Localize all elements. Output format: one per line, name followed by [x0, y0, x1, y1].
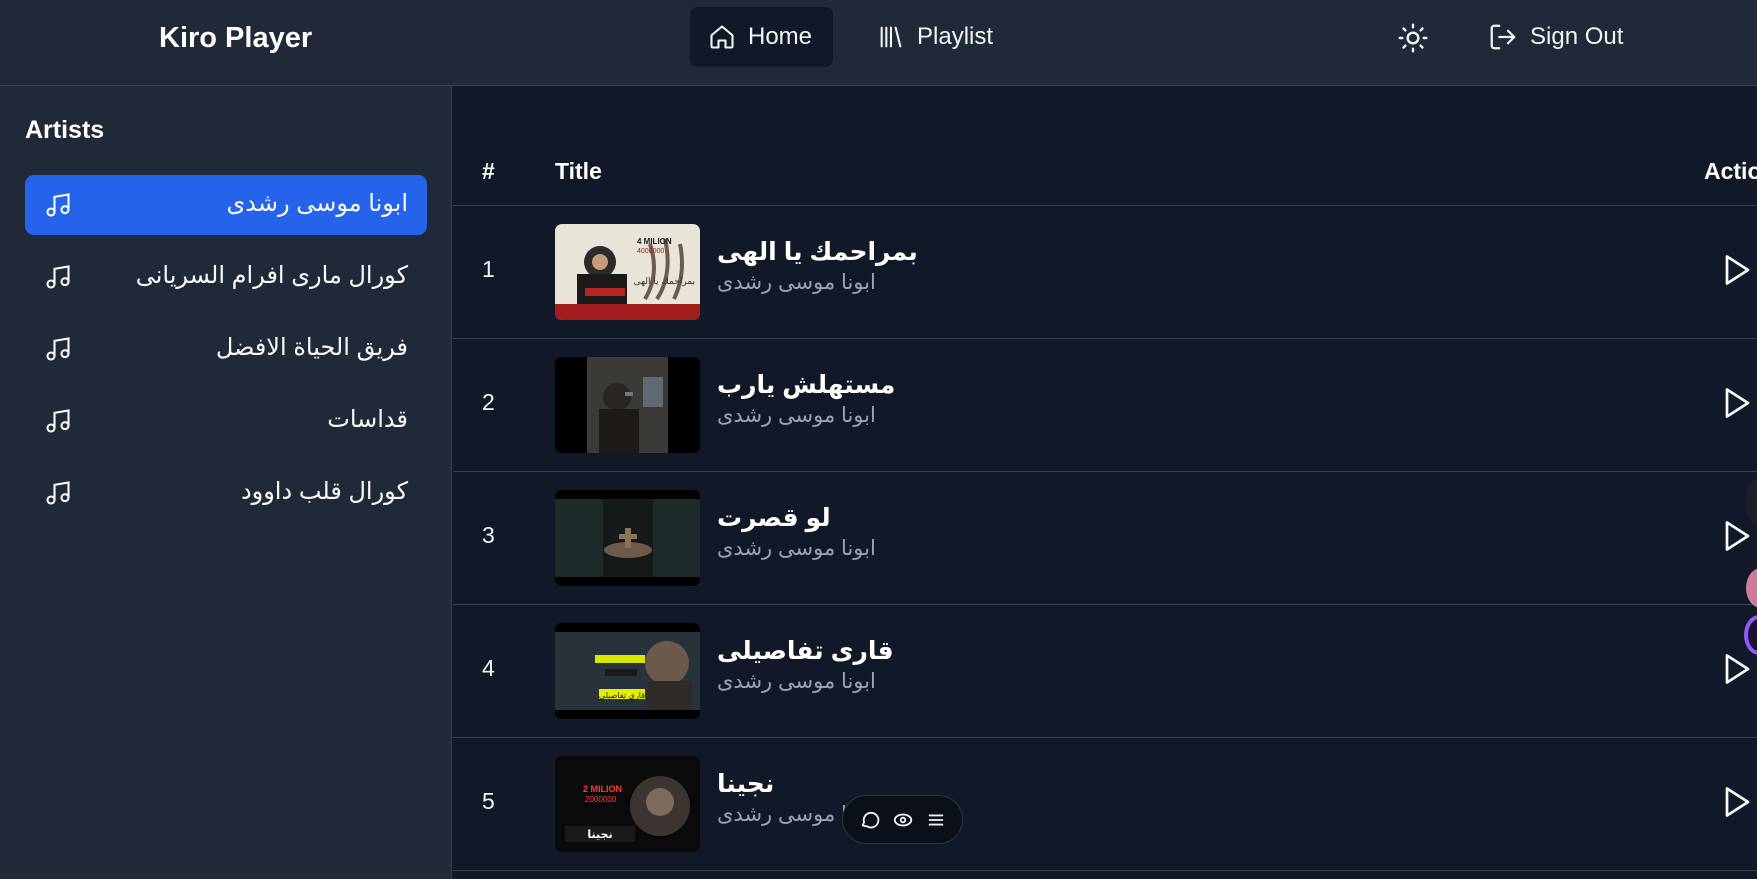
play-icon[interactable]	[1718, 252, 1754, 288]
sign-out-icon	[1488, 22, 1518, 52]
thumbnail-badge: 2 MILION	[583, 784, 622, 794]
songs-table: # Title Actio 1 4 MILION 4000000 بمراحمك…	[453, 86, 1757, 879]
music-note-icon	[46, 481, 70, 505]
song-thumbnail: 4 MILION 4000000 بمراحمك يا الهى	[555, 224, 700, 320]
song-thumbnail	[555, 490, 700, 586]
nav-home-label: Home	[748, 23, 813, 50]
music-note-icon	[46, 193, 70, 217]
thumbnail-title: بمراحمك يا الهى	[634, 277, 695, 287]
table-row[interactable]: 1 4 MILION 4000000 بمراحمك يا الهى بمراح…	[453, 206, 1757, 339]
menu-icon[interactable]	[925, 809, 947, 831]
artist-name: كورال قلب داوود	[240, 478, 408, 505]
sign-out-label: Sign Out	[1530, 23, 1624, 50]
song-title: نجينا	[717, 770, 775, 798]
nav-playlist-button[interactable]: Playlist	[859, 7, 1011, 67]
row-number: 1	[482, 256, 495, 282]
table-row[interactable]: 3 لو قصرت ابونا موسى رشدى	[453, 472, 1757, 605]
thumbnail-badge-number: 4000000	[637, 248, 664, 255]
sidebar-item-artist-4[interactable]: قداسات	[25, 391, 427, 451]
chat-icon[interactable]	[859, 809, 881, 831]
song-artist: ابونا موسى رشدى	[717, 404, 876, 427]
play-icon[interactable]	[1718, 784, 1754, 820]
artist-name: كورال مارى افرام السريانى	[135, 262, 408, 289]
song-title: لو قصرت	[717, 504, 831, 532]
music-note-icon	[46, 265, 70, 289]
top-bar: Kiro Player Home Playlist Sign Out	[0, 0, 1757, 86]
table-header: # Title Actio	[453, 146, 1757, 206]
home-icon	[708, 23, 736, 51]
thumbnail-badge: 4 MILION	[637, 237, 672, 246]
table-row[interactable]: 4 قارى تفاصيلى قارى تفاصيلى ابونا موسى ر…	[453, 605, 1757, 738]
row-number: 2	[482, 389, 495, 415]
sidebar-title: Artists	[25, 116, 105, 144]
sidebar-item-artist-1[interactable]: ابونا موسى رشدى	[25, 175, 427, 235]
row-number: 3	[482, 522, 495, 548]
play-icon[interactable]	[1718, 518, 1754, 554]
thumbnail-title: قارى تفاصيلى	[599, 691, 645, 700]
sidebar-item-artist-5[interactable]: كورال قلب داوود	[25, 463, 427, 523]
play-icon[interactable]	[1718, 385, 1754, 421]
sign-out-button[interactable]: Sign Out	[1488, 22, 1623, 52]
song-title: قارى تفاصيلى	[717, 637, 894, 665]
column-header-title: Title	[555, 158, 602, 184]
app-brand[interactable]: Kiro Player	[159, 22, 312, 55]
song-title: بمراحمك يا الهى	[717, 238, 918, 266]
song-title: مستهلش يارب	[717, 371, 896, 399]
song-artist: ابونا موسى رشدى	[717, 537, 876, 560]
eye-icon[interactable]	[892, 809, 914, 831]
floating-toolbar	[842, 795, 963, 844]
nav-home-button[interactable]: Home	[690, 7, 833, 67]
table-row[interactable]: 5 2 MILION 2000000 نجينا نجينا ابونا موس…	[453, 738, 1757, 871]
column-header-number: #	[482, 158, 495, 184]
sidebar-item-artist-2[interactable]: كورال مارى افرام السريانى	[25, 247, 427, 307]
thumbnail-badge-number: 2000000	[585, 795, 617, 804]
artist-name: ابونا موسى رشدى	[226, 190, 408, 217]
song-thumbnail	[555, 357, 700, 453]
nav-playlist-label: Playlist	[917, 23, 994, 50]
music-note-icon	[46, 337, 70, 361]
library-icon	[877, 23, 905, 51]
play-icon[interactable]	[1718, 651, 1754, 687]
song-artist: ابونا موسى رشدى	[717, 271, 876, 294]
artist-name: قداسات	[327, 406, 408, 433]
artist-name: فريق الحياة الافضل	[215, 334, 408, 361]
sun-icon[interactable]	[1397, 22, 1429, 54]
thumbnail-title: نجينا	[587, 828, 612, 841]
row-number: 4	[482, 655, 495, 681]
table-row[interactable]: 2 مستهلش يارب ابونا موسى رشدى	[453, 339, 1757, 472]
column-header-actions: Actio	[1704, 158, 1757, 184]
song-artist: ابونا موسى رشدى	[717, 670, 876, 693]
sidebar-item-artist-3[interactable]: فريق الحياة الافضل	[25, 319, 427, 379]
song-thumbnail: 2 MILION 2000000 نجينا	[555, 756, 700, 852]
row-number: 5	[482, 788, 495, 814]
artists-sidebar: Artists ابونا موسى رشدى كورال مارى افرام…	[0, 86, 452, 879]
music-note-icon	[46, 409, 70, 433]
song-thumbnail: قارى تفاصيلى	[555, 623, 700, 719]
